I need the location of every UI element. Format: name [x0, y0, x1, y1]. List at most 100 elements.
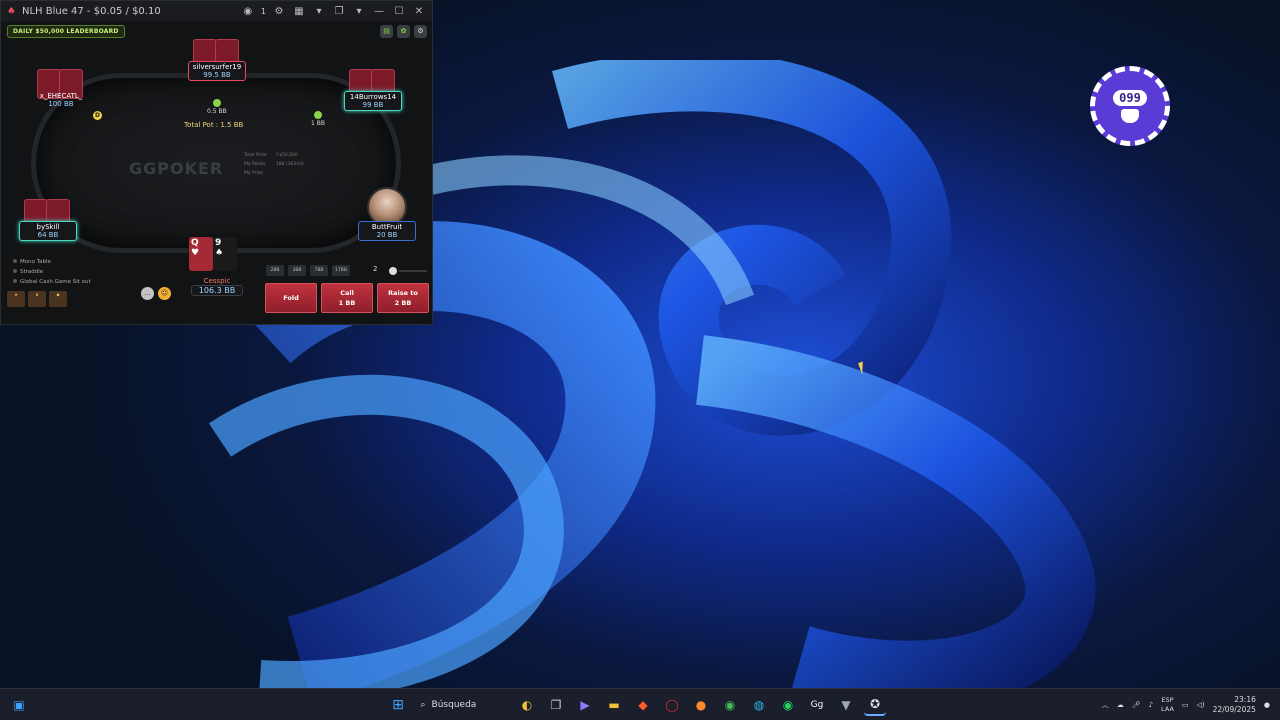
card-rank: Q — [191, 238, 199, 248]
table-options: Mono Table Straddle Global Cash Game Sit… — [13, 257, 91, 287]
raise-button[interactable]: Raise to 2 BB — [377, 283, 429, 313]
task-view-icon[interactable]: ❐ — [545, 694, 567, 716]
seat-right-bottom[interactable]: ButtFruit 20 BB — [358, 187, 416, 241]
card-rank: 9 — [215, 238, 222, 248]
spotify-icon[interactable]: ◉ — [777, 694, 799, 716]
player-stack: 99 BB — [362, 101, 384, 109]
preset-button[interactable]: 2BB — [266, 265, 284, 276]
start-button[interactable]: ⊞ — [387, 694, 409, 716]
player-plate: ButtFruit 20 BB — [358, 221, 416, 241]
news-widget-icon[interactable]: ◐ — [516, 694, 538, 716]
poker-table-window[interactable]: ♠ NLH Blue 47 - $0.05 / $0.10 ◉ 1 ⚙ ▦ ▾ … — [0, 0, 433, 325]
system-tray: ︿ ☁ 🎤︎ ♪ ESP LAA ▭ ◁) 23:16 22/09/2025 ● — [1102, 689, 1270, 720]
ggpoker-icon[interactable]: Gg — [806, 694, 828, 716]
player-stack: 20 BB — [376, 231, 398, 239]
hero-name: Cesspic — [203, 277, 231, 285]
desktop-chip-widget[interactable]: 099 — [1090, 66, 1170, 146]
preset-button[interactable]: 17BB — [332, 265, 350, 276]
preset-button[interactable]: 3BB — [288, 265, 306, 276]
action-buttons: Fold Call 1 BB Raise to 2 BB — [265, 283, 429, 313]
firefox-icon[interactable]: ● — [690, 694, 712, 716]
chevron-down-icon[interactable]: ▾ — [352, 4, 366, 18]
eye-icon[interactable]: ◉ — [241, 4, 255, 18]
emoji-icon[interactable]: ☺ — [158, 287, 171, 300]
chevron-down-icon[interactable]: ▾ — [312, 4, 326, 18]
clock-time: 23:16 — [1234, 695, 1256, 704]
seat-right-top[interactable]: 14Burrows14 99 BB — [344, 63, 402, 111]
fold-button[interactable]: Fold — [265, 283, 317, 313]
total-prize-value: C$50,000 — [276, 153, 298, 158]
player-stack: 64 BB — [37, 231, 59, 239]
call-button[interactable]: Call 1 BB — [321, 283, 373, 313]
opera-icon[interactable]: ◯ — [661, 694, 683, 716]
hero-card-1: Q ♥ — [189, 237, 213, 271]
meet-icon[interactable]: ▶ — [574, 694, 596, 716]
leaderboard-info: Total Prize C$50,000 My Points 188 (362nd)… — [244, 151, 308, 178]
promo-badge-icon[interactable]: ♛ — [28, 291, 46, 307]
chevron-up-icon[interactable]: ︿ — [1102, 700, 1109, 710]
widget-icon — [1121, 108, 1139, 123]
settings-icon[interactable]: ⚙ — [414, 25, 427, 38]
search-label: Búsqueda — [431, 699, 477, 710]
promo-badge-icon[interactable]: ◆ — [49, 291, 67, 307]
search-box[interactable]: ⌕ Búsqueda — [413, 693, 513, 717]
seat-left-bottom[interactable]: bySkill 64 BB — [19, 193, 77, 241]
bet-amount: 1 BB — [311, 120, 325, 127]
bet-top: 0.5 BB — [207, 99, 227, 115]
seat-top[interactable]: silversurfer19 99.5 BB — [188, 33, 246, 81]
rewards-icon[interactable]: ✿ — [397, 25, 410, 38]
hero-stack: 106.3 BB — [191, 285, 243, 296]
cloud-icon[interactable]: ☁ — [1117, 701, 1124, 709]
ggpoker-app-icon: ♠ — [7, 5, 16, 17]
option-mono-table[interactable]: Mono Table — [13, 257, 91, 267]
hole-cards-back — [32, 63, 90, 99]
clock[interactable]: 23:16 22/09/2025 — [1213, 695, 1256, 715]
chrome-icon[interactable]: ◉ — [719, 694, 741, 716]
maximize-button[interactable]: ☐ — [392, 4, 406, 18]
multi-table-icon[interactable]: ❐ — [332, 4, 346, 18]
notification-icon[interactable]: ● — [1264, 701, 1270, 709]
layout-grid-icon[interactable]: ▦ — [292, 4, 306, 18]
vpn-icon[interactable]: ▼ — [835, 694, 857, 716]
close-button[interactable]: ✕ — [412, 4, 426, 18]
bet-slider[interactable] — [383, 267, 427, 275]
hud-icon[interactable]: ▤ — [380, 25, 393, 38]
hero-hole-cards: Q ♥ 9 ♠ — [189, 237, 245, 277]
network-icon[interactable]: ▭ — [1182, 701, 1189, 709]
speaker-icon[interactable]: ♪ — [1149, 701, 1153, 709]
brave-browser-icon[interactable]: ◆ — [632, 694, 654, 716]
chip-icon — [212, 99, 221, 107]
volume-icon[interactable]: ◁) — [1197, 701, 1205, 709]
total-prize-label: Total Prize — [244, 153, 267, 158]
minimize-button[interactable]: — — [372, 4, 386, 18]
window-titlebar[interactable]: ♠ NLH Blue 47 - $0.05 / $0.10 ◉ 1 ⚙ ▦ ▾ … — [1, 1, 432, 21]
seat-left-top[interactable]: x_EHECATL_ 100 BB — [32, 63, 90, 109]
edge-icon[interactable]: ◍ — [748, 694, 770, 716]
language-indicator[interactable]: ESP LAA — [1161, 696, 1174, 714]
poker-tracker-icon[interactable]: ✪ — [864, 694, 886, 716]
chat-icon[interactable]: … — [141, 287, 154, 300]
gear-icon[interactable]: ⚙ — [272, 4, 286, 18]
player-name: 14Burrows14 — [349, 93, 397, 101]
player-name: silversurfer19 — [192, 63, 242, 71]
my-points-value: 188 (362nd) — [276, 162, 304, 167]
bet-presets: 2BB 3BB 7BB 17BB — [266, 265, 350, 276]
option-sit-out[interactable]: Global Cash Game Sit out — [13, 277, 91, 287]
bet-right-top: 1 BB — [311, 111, 325, 127]
chip-icon — [313, 111, 322, 119]
file-explorer-icon[interactable]: ▬ — [603, 694, 625, 716]
clock-date: 22/09/2025 — [1212, 705, 1256, 714]
promo-badge-icon[interactable]: ★ — [7, 291, 25, 307]
hero-plate: Cesspic 106.3 BB — [191, 277, 243, 296]
my-prize-label: My Prize — [244, 171, 263, 176]
total-pot: Total Pot : 1.5 BB — [184, 121, 244, 129]
microphone-icon[interactable]: 🎤︎ — [1132, 701, 1141, 709]
widgets-icon[interactable]: ▣ — [8, 694, 30, 716]
bet-size-value[interactable]: 2 — [373, 265, 377, 273]
emote-bar: … ☺ — [141, 287, 171, 300]
preset-button[interactable]: 7BB — [310, 265, 328, 276]
option-straddle[interactable]: Straddle — [13, 267, 91, 277]
player-name: bySkill — [36, 223, 60, 231]
player-plate: bySkill 64 BB — [19, 221, 77, 241]
leaderboard-badge[interactable]: DAILY $50,000 LEADERBOARD — [7, 25, 125, 38]
